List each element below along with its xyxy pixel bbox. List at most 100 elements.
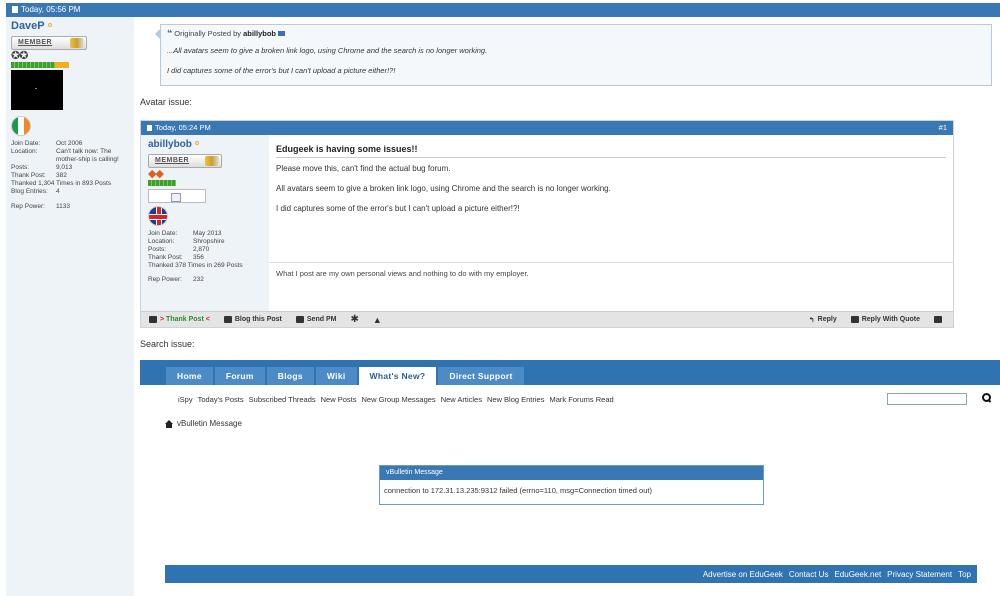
rank-stars-icon: ✪✪ bbox=[11, 50, 28, 62]
subnav-links: iSpy Today's Posts Subscribed Threads Ne… bbox=[178, 395, 614, 404]
post-toolbar: > Thank Post < Blog this Post Send PM ✱ … bbox=[141, 311, 953, 327]
rep-power-row: Rep Power: 232 bbox=[148, 276, 204, 283]
quote-line: ...All avatars seem to give a broken lin… bbox=[167, 46, 488, 55]
avatar[interactable] bbox=[11, 70, 63, 110]
rank-stars-icon: ◆◆ bbox=[148, 168, 164, 180]
search-input[interactable] bbox=[887, 393, 967, 405]
breadcrumb: vBulletin Message bbox=[165, 419, 242, 428]
search-issue-label: Search issue: bbox=[140, 339, 195, 349]
report-button[interactable]: ✱ bbox=[350, 314, 358, 325]
user-detail-row: Thanked 378 Times in 269 Posts bbox=[148, 262, 243, 269]
thank-post-button[interactable]: > Thank Post < bbox=[149, 316, 210, 323]
post-title: Edugeek is having some issues!! bbox=[276, 144, 946, 158]
warn-button[interactable]: ▲ bbox=[373, 315, 382, 325]
tab-wiki[interactable]: Wiki bbox=[315, 367, 357, 385]
send-pm-button[interactable]: Send PM bbox=[295, 316, 336, 323]
pm-icon bbox=[295, 316, 304, 323]
quote-line: I did captures some of the error's but I… bbox=[167, 66, 396, 75]
footer-link-privacy[interactable]: Privacy Statement bbox=[887, 570, 952, 579]
nav-tabs: Home Forum Blogs Wiki What's New? Direct… bbox=[166, 367, 524, 385]
footer-bar: Advertise on EduGeek Contact Us EduGeek.… bbox=[165, 565, 977, 583]
reputation-bar bbox=[11, 62, 69, 68]
rep-power-row: Rep Power: 1133 bbox=[11, 203, 70, 210]
subnav-link-new-blog-entries[interactable]: New Blog Entries bbox=[487, 395, 545, 404]
multi-quote-icon bbox=[934, 316, 942, 323]
subnav-link-mark-forums-read[interactable]: Mark Forums Read bbox=[549, 395, 613, 404]
offline-status-icon bbox=[47, 23, 52, 27]
subnav-link-subscribed-threads[interactable]: Subscribed Threads bbox=[249, 395, 316, 404]
view-post-icon[interactable] bbox=[278, 31, 286, 36]
user-detail-row: Join Date: Oct 2006 bbox=[11, 140, 83, 147]
post-body-line: I did captures some of the error's but I… bbox=[276, 204, 520, 213]
vbulletin-message-box: vBulletin Message connection to 172.31.1… bbox=[379, 465, 764, 505]
post-number-link[interactable]: #1 bbox=[939, 121, 947, 135]
post-signature: What I post are my own personal views an… bbox=[269, 262, 953, 284]
user-detail-row: Thank Post: 382 bbox=[11, 172, 67, 179]
reply-icon: ↰ bbox=[808, 316, 815, 324]
search-icon[interactable] bbox=[982, 393, 991, 403]
user-detail-row: Location: Shropshire bbox=[148, 238, 225, 245]
user-detail-row: Thanked 1,304 Times in 893 Posts bbox=[11, 180, 112, 187]
inner-post-date: Today, 05:24 PM bbox=[155, 123, 211, 132]
subnav-link-new-posts[interactable]: New Posts bbox=[321, 395, 357, 404]
subnav-link-ispy[interactable]: iSpy bbox=[178, 395, 193, 404]
reply-button[interactable]: ↰ Reply bbox=[809, 316, 837, 324]
subnav-link-todays-posts[interactable]: Today's Posts bbox=[198, 395, 244, 404]
avatar-issue-label: Avatar issue: bbox=[140, 97, 192, 107]
flag-uk-icon bbox=[148, 206, 168, 226]
user-details: Join Date: May 2013 Location: Shropshire P… bbox=[148, 230, 262, 284]
quote-arrow-icon bbox=[155, 29, 160, 39]
post-icon bbox=[147, 125, 152, 131]
user-detail-row: Location: Can't talk now: The mother-ship… bbox=[11, 148, 119, 163]
thank-icon bbox=[149, 316, 157, 323]
user-detail-row: Join Date: May 2013 bbox=[148, 230, 222, 237]
user-details: Join Date: Oct 2006 Location: Can't talk n… bbox=[11, 140, 129, 211]
inner-user-info-panel: abillybob MEMBER ◆◆ Join Date: May 2013 L… bbox=[141, 135, 269, 311]
flag-ireland-icon bbox=[11, 116, 31, 136]
blog-icon bbox=[223, 316, 232, 323]
multi-quote-button[interactable] bbox=[934, 316, 945, 323]
post-date: Today, 05:56 PM bbox=[21, 5, 81, 14]
message-body: connection to 172.31.13.235:9312 failed … bbox=[384, 486, 652, 495]
post-body-line: Please move this, can't find the actual … bbox=[276, 164, 451, 173]
broken-avatar-image bbox=[148, 189, 206, 203]
user-detail-row: Posts: 2,870 bbox=[148, 246, 210, 253]
post-body-line: All avatars seem to give a broken link l… bbox=[276, 184, 611, 193]
post-icon bbox=[12, 6, 18, 13]
rank-badge: MEMBER bbox=[11, 36, 87, 50]
reply-with-quote-button[interactable]: Reply With Quote bbox=[850, 316, 920, 323]
offline-status-icon bbox=[194, 141, 199, 145]
footer-link-contact[interactable]: Contact Us bbox=[789, 570, 829, 579]
subnav-link-new-group-messages[interactable]: New Group Messages bbox=[361, 395, 435, 404]
quote-author: abillybob bbox=[243, 29, 277, 38]
tab-whats-new[interactable]: What's New? bbox=[358, 367, 437, 385]
footer-link-advertise[interactable]: Advertise on EduGeek bbox=[703, 570, 783, 579]
post-header: Today, 05:56 PM bbox=[6, 3, 1000, 17]
tab-forum[interactable]: Forum bbox=[214, 367, 265, 385]
username-link[interactable]: DaveP bbox=[11, 20, 45, 32]
blog-post-button[interactable]: Blog this Post bbox=[223, 316, 282, 323]
quote-icon: ❝ bbox=[167, 28, 173, 38]
inner-post-header: Today, 05:24 PM #1 bbox=[141, 121, 953, 135]
footer-link-edugeek[interactable]: EduGeek.net bbox=[834, 570, 881, 579]
quote-attribution: ❝ Originally Posted by abillybob bbox=[167, 28, 985, 39]
tab-home[interactable]: Home bbox=[166, 367, 213, 385]
subnav-link-new-articles[interactable]: New Articles bbox=[441, 395, 482, 404]
inner-post-content: Edugeek is having some issues!! Please m… bbox=[269, 135, 953, 311]
user-detail-row: Thank Post: 356 bbox=[148, 254, 204, 261]
quote-block: ❝ Originally Posted by abillybob ...All a… bbox=[155, 24, 992, 86]
user-detail-row: Blog Entries: 4 bbox=[11, 188, 60, 195]
rank-badge: MEMBER bbox=[148, 154, 222, 168]
user-detail-row: Posts: 9,013 bbox=[11, 164, 73, 171]
reputation-bar bbox=[148, 180, 176, 186]
tab-blogs[interactable]: Blogs bbox=[266, 367, 314, 385]
breadcrumb-current: vBulletin Message bbox=[177, 419, 242, 428]
inner-username-link[interactable]: abillybob bbox=[148, 139, 192, 150]
quote-reply-icon bbox=[850, 316, 859, 323]
tab-direct-support[interactable]: Direct Support bbox=[438, 367, 524, 385]
site-nav-bar: Home Forum Blogs Wiki What's New? Direct… bbox=[140, 360, 1000, 385]
footer-link-top[interactable]: Top bbox=[958, 570, 971, 579]
home-icon[interactable] bbox=[165, 419, 173, 428]
user-info-panel: DaveP MEMBER ✪✪ Join Date: Oct 2006 Locat… bbox=[6, 17, 134, 596]
embedded-post-screenshot: Today, 05:24 PM #1 abillybob MEMBER ◆◆ J… bbox=[140, 120, 954, 328]
